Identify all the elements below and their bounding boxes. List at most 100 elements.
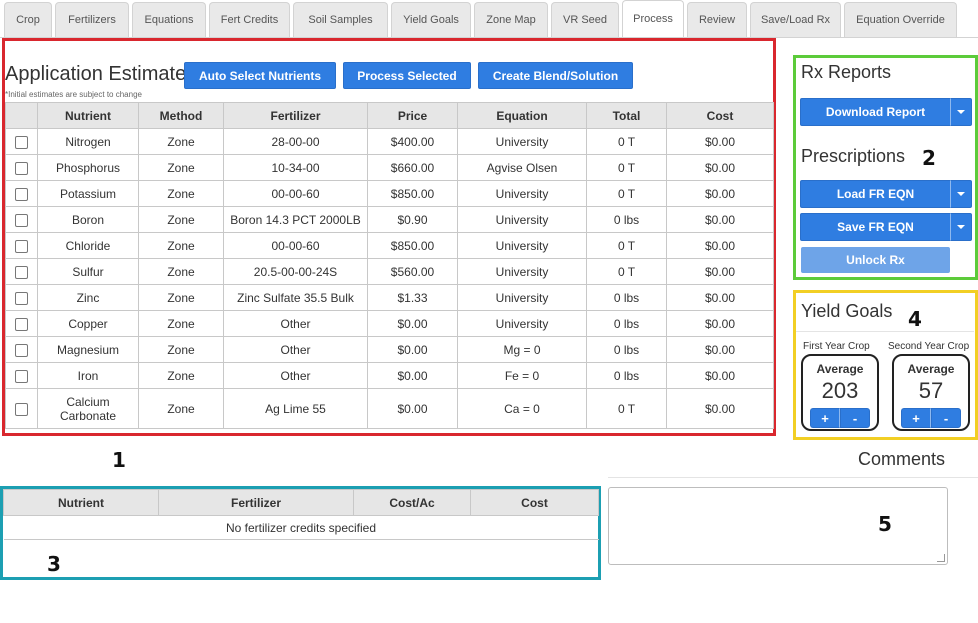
column-header: Cost	[470, 489, 599, 516]
row-select-cell	[5, 284, 38, 311]
nutrient-cell: Calcium Carbonate	[37, 388, 139, 429]
equation-cell: University	[457, 258, 587, 285]
table-row: Calcium Carbonate Zone Ag Lime 55 $0.00 Ca = …	[5, 388, 774, 429]
tab-fert-credits[interactable]: Fert Credits	[209, 2, 290, 37]
cost-cell: $0.00	[666, 362, 774, 389]
create-blend-button[interactable]: Create Blend/Solution	[478, 62, 633, 89]
decrement-button[interactable]: -	[931, 408, 961, 428]
nutrient-cell: Sulfur	[37, 258, 139, 285]
row-checkbox[interactable]	[15, 135, 28, 149]
row-select-cell	[5, 128, 38, 155]
total-cell: 0 lbs	[586, 206, 667, 233]
fertilizer-cell: Other	[223, 336, 368, 363]
cost-cell: $0.00	[666, 180, 774, 207]
fertilizer-cell: Zinc Sulfate 35.5 Bulk	[223, 284, 368, 311]
comments-textarea[interactable]	[608, 487, 948, 565]
method-cell: Zone	[138, 206, 224, 233]
chevron-down-icon	[957, 192, 965, 196]
row-checkbox[interactable]	[15, 265, 28, 279]
tab-zone-map[interactable]: Zone Map	[474, 2, 548, 37]
column-header: Method	[138, 102, 224, 129]
callout-number-2: 2	[922, 146, 936, 170]
row-checkbox[interactable]	[15, 402, 28, 416]
resize-handle-icon[interactable]	[937, 554, 945, 562]
table-row: Zinc Zone Zinc Sulfate 35.5 Bulk $1.33 Unive…	[5, 284, 774, 311]
total-cell: 0 T	[586, 388, 667, 429]
table-row: Magnesium Zone Other $0.00 Mg = 00 lbs $0.00	[5, 336, 774, 363]
tab-equation-override[interactable]: Equation Override	[844, 2, 957, 37]
tab-crop[interactable]: Crop	[4, 2, 52, 37]
unlock-rx-button[interactable]: Unlock Rx	[801, 247, 950, 273]
row-checkbox[interactable]	[15, 187, 28, 201]
method-cell: Zone	[138, 310, 224, 337]
yield-goals-title: Yield Goals	[801, 301, 893, 321]
download-report-dropdown[interactable]	[951, 98, 972, 126]
cost-cell: $0.00	[666, 336, 774, 363]
increment-button[interactable]: +	[810, 408, 840, 428]
price-cell: $0.00	[367, 362, 458, 389]
total-cell: 0 T	[586, 180, 667, 207]
tab-soil-samples[interactable]: Soil Samples	[293, 2, 388, 37]
nutrient-cell: Iron	[37, 362, 139, 389]
row-checkbox[interactable]	[15, 161, 28, 175]
tab-fertilizers[interactable]: Fertilizers	[55, 2, 129, 37]
method-cell: Zone	[138, 258, 224, 285]
download-report-button[interactable]: Download Report	[800, 98, 951, 126]
save-fr-eqn-dropdown[interactable]	[951, 213, 972, 241]
yield-stepper: + -	[810, 408, 870, 428]
price-cell: $0.00	[367, 388, 458, 429]
table-row: No fertilizer credits specified	[3, 515, 599, 540]
application-estimate-title: Application Estimate	[5, 63, 187, 85]
estimate-note: *Initial estimates are subject to change	[5, 90, 142, 99]
increment-button[interactable]: +	[901, 408, 931, 428]
second-year-crop-label: Second Year Crop	[888, 341, 970, 352]
load-fr-eqn-split-button: Load FR EQN	[800, 180, 972, 208]
row-checkbox[interactable]	[15, 239, 28, 253]
row-select-cell	[5, 258, 38, 285]
nutrient-cell: Phosphorus	[37, 154, 139, 181]
table-header-row: Nutrient Method Fertilizer Price Equatio…	[5, 102, 774, 129]
load-fr-eqn-dropdown[interactable]	[951, 180, 972, 208]
tab-review[interactable]: Review	[687, 2, 747, 37]
nutrient-cell: Boron	[37, 206, 139, 233]
row-checkbox[interactable]	[15, 317, 28, 331]
select-column-header	[5, 102, 38, 129]
fertilizer-cell: 20.5-00-00-24S	[223, 258, 368, 285]
fertilizer-cell: Boron 14.3 PCT 2000LB	[223, 206, 368, 233]
tab-save-load-rx[interactable]: Save/Load Rx	[750, 2, 841, 37]
row-checkbox[interactable]	[15, 343, 28, 357]
row-checkbox[interactable]	[15, 291, 28, 305]
table-row: Iron Zone Other $0.00 Fe = 00 lbs $0.00	[5, 362, 774, 389]
save-fr-eqn-button[interactable]: Save FR EQN	[800, 213, 951, 241]
equation-cell: University	[457, 206, 587, 233]
auto-select-nutrients-button[interactable]: Auto Select Nutrients	[184, 62, 336, 89]
cost-cell: $0.00	[666, 388, 774, 429]
tab-process[interactable]: Process	[622, 0, 684, 37]
fertilizer-cell: 10-34-00	[223, 154, 368, 181]
table-row: Potassium Zone 00-00-60 $850.00 University 0 …	[5, 180, 774, 207]
divider	[796, 331, 974, 332]
process-selected-button[interactable]: Process Selected	[343, 62, 471, 89]
tab-vr-seed[interactable]: VR Seed	[551, 2, 619, 37]
decrement-button[interactable]: -	[840, 408, 870, 428]
row-select-cell	[5, 388, 38, 429]
download-report-split-button: Download Report	[800, 98, 972, 126]
table-row: Copper Zone Other $0.00 University 0 lbs $0.00	[5, 310, 774, 337]
table-row: Sulfur Zone 20.5-00-00-24S $560.00 Universit…	[5, 258, 774, 285]
row-select-cell	[5, 206, 38, 233]
cost-cell: $0.00	[666, 232, 774, 259]
tab-yield-goals[interactable]: Yield Goals	[391, 2, 471, 37]
tab-equations[interactable]: Equations	[132, 2, 206, 37]
cost-cell: $0.00	[666, 310, 774, 337]
equation-cell: Mg = 0	[457, 336, 587, 363]
total-cell: 0 T	[586, 258, 667, 285]
cost-cell: $0.00	[666, 128, 774, 155]
row-checkbox[interactable]	[15, 369, 28, 383]
row-checkbox[interactable]	[15, 213, 28, 227]
nutrient-cell: Zinc	[37, 284, 139, 311]
table-header-row: Nutrient Fertilizer Cost/Ac Cost	[3, 489, 599, 516]
price-cell: $560.00	[367, 258, 458, 285]
callout-number-5: 5	[878, 512, 892, 536]
callout-number-3: 3	[47, 552, 61, 576]
load-fr-eqn-button[interactable]: Load FR EQN	[800, 180, 951, 208]
